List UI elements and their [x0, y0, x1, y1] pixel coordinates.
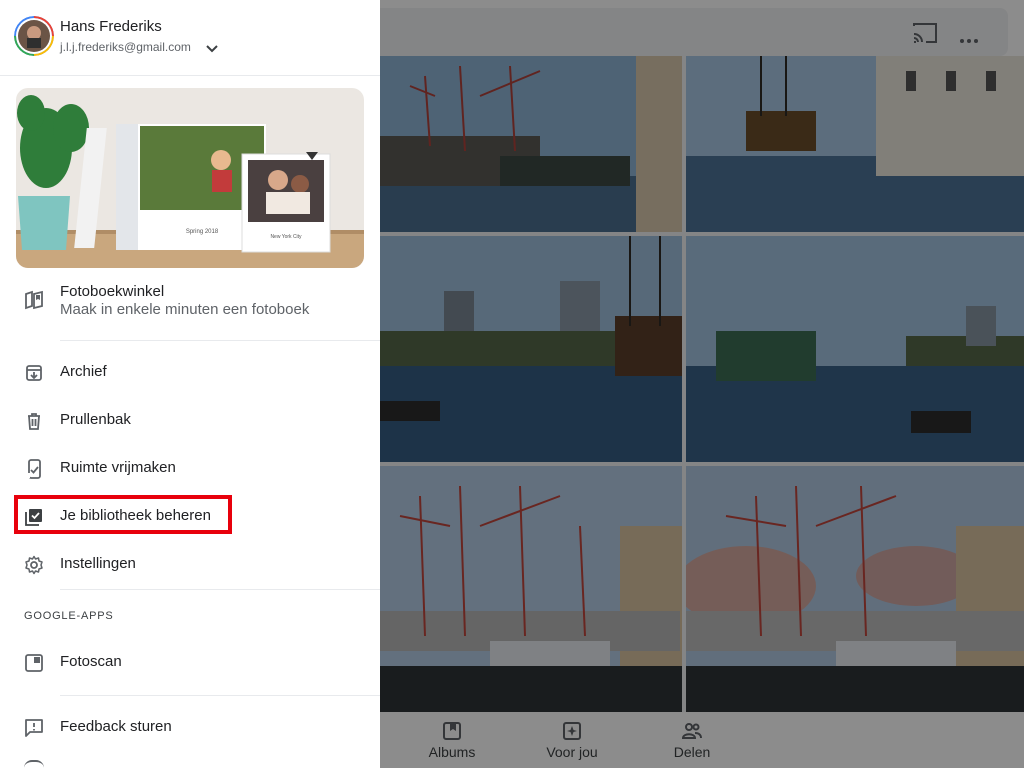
help-icon[interactable]: [24, 760, 44, 768]
menu-item-photobook-store[interactable]: Fotoboekwinkel Maak in enkele minuten ee…: [0, 278, 380, 340]
account-name: Hans Frederiks: [60, 18, 162, 35]
menu-item-settings[interactable]: Instellingen: [0, 541, 380, 589]
menu-item-sublabel: Maak in enkele minuten een fotoboek: [60, 301, 310, 318]
menu-item-label: Fotoscan: [60, 653, 122, 670]
divider: [60, 695, 380, 696]
promo-card-caption: New York City: [270, 234, 302, 240]
annotation-highlight-box: [14, 495, 232, 534]
menu-item-label: Archief: [60, 363, 107, 380]
account-email: j.l.j.frederiks@gmail.com: [60, 40, 191, 54]
divider: [60, 589, 380, 590]
account-header[interactable]: Hans Frederiks j.l.j.frederiks@gmail.com: [0, 0, 380, 76]
trash-icon: [24, 411, 44, 431]
menu-item-fotoscan[interactable]: Fotoscan: [0, 639, 380, 687]
archive-icon: [24, 363, 44, 383]
menu-item-trash[interactable]: Prullenbak: [0, 397, 380, 445]
section-header-google-apps: GOOGLE-APPS: [24, 610, 114, 622]
fotoscan-icon: [24, 653, 44, 673]
divider: [60, 340, 380, 341]
menu-item-label: Fotoboekwinkel: [60, 283, 165, 300]
promo-book-caption: Spring 2018: [186, 229, 219, 235]
chevron-down-icon[interactable]: [206, 41, 218, 53]
photobook-icon: [24, 290, 44, 310]
menu-item-label: Instellingen: [60, 555, 136, 572]
avatar[interactable]: [14, 16, 54, 56]
photobook-promo-banner[interactable]: Spring 2018 New York City: [16, 88, 364, 268]
feedback-icon: [24, 718, 44, 738]
menu-item-free-up-space[interactable]: Ruimte vrijmaken: [0, 445, 380, 493]
menu-item-feedback[interactable]: Feedback sturen: [0, 704, 380, 752]
free-space-icon: [24, 459, 44, 479]
drawer-scrim[interactable]: [380, 0, 1024, 768]
settings-icon: [24, 555, 44, 575]
menu-item-label: Prullenbak: [60, 411, 131, 428]
navigation-drawer: Hans Frederiks j.l.j.frederiks@gmail.com: [0, 0, 380, 768]
menu-item-label: Ruimte vrijmaken: [60, 459, 176, 476]
menu-item-archive[interactable]: Archief: [0, 349, 380, 397]
menu-item-label: Feedback sturen: [60, 718, 172, 735]
